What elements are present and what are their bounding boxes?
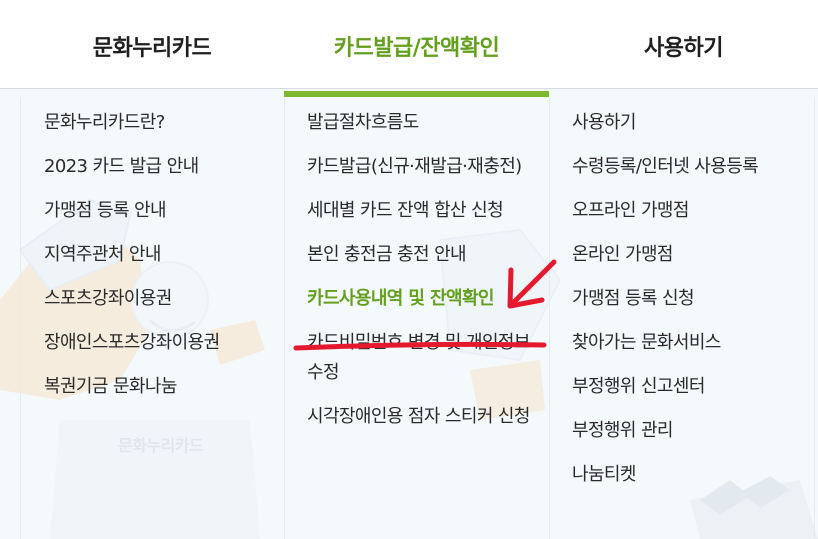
- tab-munhwanuri-card[interactable]: 문화누리카드: [20, 0, 284, 89]
- menu-column-usage: 사용하기 수령등록/인터넷 사용등록 오프라인 가맹점 온라인 가맹점 가맹점 …: [572, 108, 812, 504]
- menu-item-household-balance-merge[interactable]: 세대별 카드 잔액 합산 신청: [307, 196, 545, 226]
- menu-item-fraud-management[interactable]: 부정행위 관리: [572, 416, 812, 446]
- menu-item-offline-merchants[interactable]: 오프라인 가맹점: [572, 196, 812, 226]
- tab-usage[interactable]: 사용하기: [549, 0, 818, 89]
- menu-item-issue-flowchart[interactable]: 발급절차흐름도: [307, 108, 545, 138]
- menu-item-braille-sticker[interactable]: 시각장애인용 점자 스티커 신청: [307, 402, 545, 432]
- menu-item-lottery-fund-culture[interactable]: 복권기금 문화나눔: [44, 372, 279, 402]
- menu-item-merchant-register-guide[interactable]: 가맹점 등록 안내: [44, 196, 279, 226]
- menu-item-self-recharge-guide[interactable]: 본인 충전금 충전 안내: [307, 240, 545, 270]
- menu-item-2023-issue-guide[interactable]: 2023 카드 발급 안내: [44, 152, 279, 182]
- column-divider: [549, 97, 550, 539]
- menu-item-receipt-internet-register[interactable]: 수령등록/인터넷 사용등록: [572, 152, 812, 182]
- menu-item-usage-history-balance[interactable]: 카드사용내역 및 잔액확인: [307, 284, 545, 314]
- menu-item-password-info-change[interactable]: 카드비밀번호 변경 및 개인정보수정: [307, 328, 545, 388]
- menu-column-munhwanuri: 문화누리카드란? 2023 카드 발급 안내 가맹점 등록 안내 지역주관처 안…: [44, 108, 279, 416]
- menu-item-about-card[interactable]: 문화누리카드란?: [44, 108, 279, 138]
- menu-column-card-issue: 발급절차흐름도 카드발급(신규·재발급·재충전) 세대별 카드 잔액 합산 신청…: [307, 108, 545, 446]
- watermark-text: 문화누리카드: [118, 436, 204, 455]
- menu-item-how-to-use[interactable]: 사용하기: [572, 108, 812, 138]
- menu-item-merchant-register-apply[interactable]: 가맹점 등록 신청: [572, 284, 812, 314]
- column-divider: [20, 97, 21, 539]
- column-divider: [284, 97, 285, 539]
- menu-item-regional-agency[interactable]: 지역주관처 안내: [44, 240, 279, 270]
- menu-item-fraud-report-center[interactable]: 부정행위 신고센터: [572, 372, 812, 402]
- menu-item-card-issue[interactable]: 카드발급(신규·재발급·재충전): [307, 152, 545, 182]
- column-divider: [814, 97, 815, 539]
- menu-item-disabled-sports-voucher[interactable]: 장애인스포츠강좌이용권: [44, 328, 279, 358]
- menu-item-sharing-ticket[interactable]: 나눔티켓: [572, 460, 812, 490]
- menu-item-online-merchants[interactable]: 온라인 가맹점: [572, 240, 812, 270]
- menu-item-visiting-culture-service[interactable]: 찾아가는 문화서비스: [572, 328, 812, 358]
- active-tab-underline: [284, 91, 549, 97]
- tab-card-issue-balance[interactable]: 카드발급/잔액확인: [284, 0, 549, 89]
- top-navigation: 문화누리카드 카드발급/잔액확인 사용하기: [0, 0, 818, 89]
- menu-item-sports-voucher[interactable]: 스포츠강좌이용권: [44, 284, 279, 314]
